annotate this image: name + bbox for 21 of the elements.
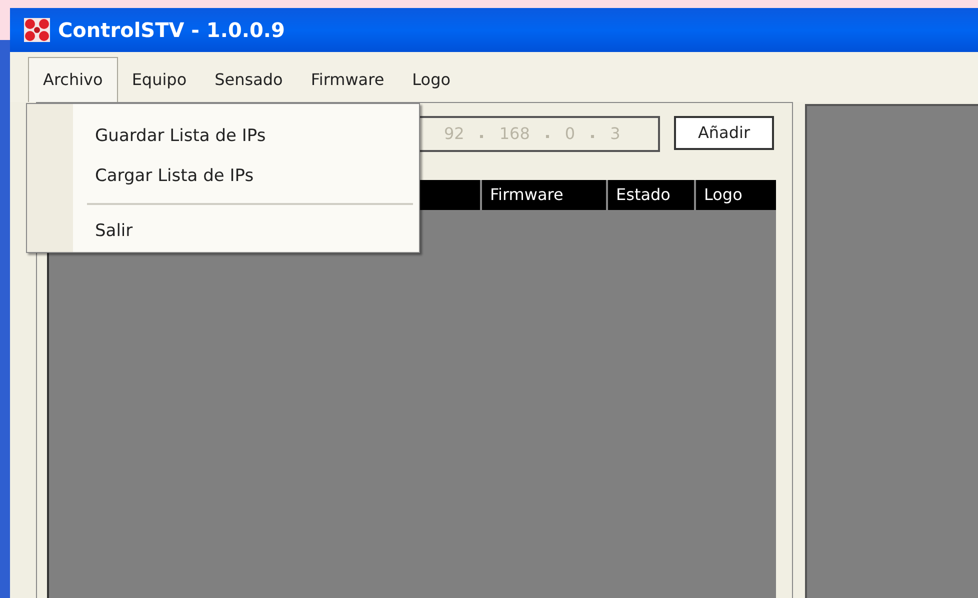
app-logo-icon bbox=[24, 18, 50, 42]
ip-octet: 92 bbox=[443, 123, 466, 145]
ip-octet: 3 bbox=[609, 123, 622, 145]
menu-bar-item[interactable]: Firmware bbox=[296, 57, 398, 102]
dot-separator-icon bbox=[480, 135, 484, 138]
column-header[interactable]: Logo bbox=[694, 180, 776, 210]
menu-item[interactable]: Salir bbox=[73, 211, 413, 252]
column-header[interactable]: Firmware bbox=[480, 180, 606, 210]
ip-octet: 168 bbox=[498, 123, 531, 145]
menu-item[interactable]: Cargar Lista de IPs bbox=[73, 156, 413, 198]
menu-bar-item[interactable]: Archivo bbox=[28, 57, 118, 102]
dot-separator-icon bbox=[591, 135, 594, 138]
add-button[interactable]: Añadir bbox=[674, 116, 774, 150]
menu-bar-item[interactable]: Equipo bbox=[118, 57, 201, 102]
menu-item[interactable]: Guardar Lista de IPs bbox=[73, 116, 413, 157]
column-header[interactable]: Estado bbox=[606, 180, 694, 210]
ip-octet: 0 bbox=[564, 123, 576, 145]
menu-bar-item[interactable]: Sensado bbox=[200, 57, 297, 102]
dot-separator-icon bbox=[546, 135, 549, 138]
menu-bar-item[interactable]: Logo bbox=[398, 57, 465, 102]
window-title: ControlSTV - 1.0.0.9 bbox=[58, 17, 285, 44]
